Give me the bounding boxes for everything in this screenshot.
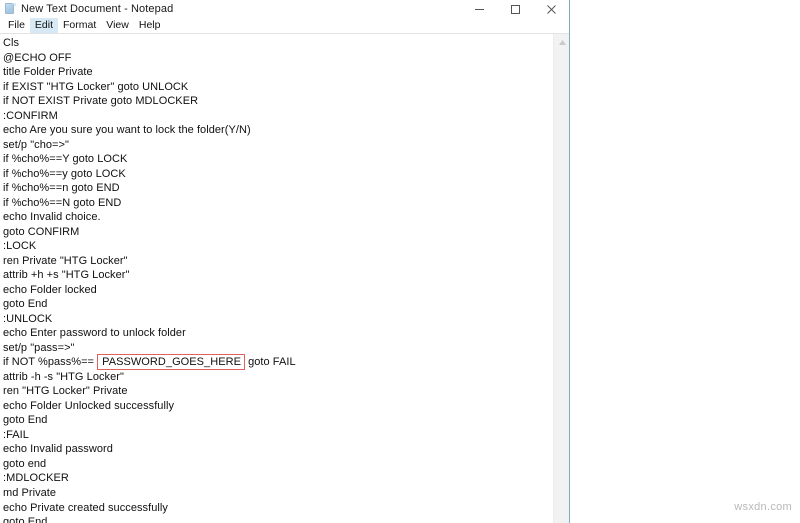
code-line: set/p "pass=>" — [3, 341, 75, 354]
code-line: if %cho%==N goto END — [3, 196, 122, 209]
code-line: goto end — [3, 457, 47, 470]
code-line: echo Folder Unlocked successfully — [3, 399, 175, 412]
code-line: set/p "cho=>" — [3, 138, 69, 151]
notepad-window: New Text Document - Notepad File Edit Fo… — [0, 0, 570, 523]
menu-item-view[interactable]: View — [101, 18, 134, 33]
code-line: if %cho%==n goto END — [3, 182, 120, 195]
code-line: ren "HTG Locker" Private — [3, 385, 128, 398]
menu-bar: File Edit Format View Help — [0, 18, 569, 34]
code-text: if NOT %pass%== — [3, 356, 98, 369]
editor-area: Cls @ECHO OFF title Folder Private if EXIST… — [0, 34, 569, 523]
window-title: New Text Document - Notepad — [21, 3, 174, 15]
code-line: goto End — [3, 516, 48, 523]
code-line: md Private — [3, 486, 57, 499]
code-line: title Folder Private — [3, 66, 93, 79]
code-line: if NOT %pass%== PASSWORD_GOES_HERE goto … — [3, 354, 553, 371]
minimize-button[interactable] — [461, 0, 497, 18]
code-line: attrib -h -s "HTG Locker" — [3, 370, 124, 383]
code-line: ren Private "HTG Locker" — [3, 254, 128, 267]
menu-item-help[interactable]: Help — [134, 18, 166, 33]
code-line: :LOCK — [3, 240, 37, 253]
code-line: @ECHO OFF — [3, 51, 72, 64]
close-button[interactable] — [533, 0, 569, 18]
code-line: echo Enter password to unlock folder — [3, 327, 186, 340]
code-text: goto FAIL — [244, 356, 296, 369]
code-line: if %cho%==Y goto LOCK — [3, 153, 128, 166]
code-line: :MDLOCKER — [3, 472, 69, 485]
code-line: echo Invalid password — [3, 443, 113, 456]
code-line: if NOT EXIST Private goto MDLOCKER — [3, 95, 199, 108]
code-line: :CONFIRM — [3, 109, 58, 122]
code-line: goto End — [3, 414, 48, 427]
code-line: goto End — [3, 298, 48, 311]
code-line: echo Are you sure you want to lock the f… — [3, 124, 251, 137]
code-line: echo Private created successfully — [3, 501, 168, 514]
menu-item-file[interactable]: File — [3, 18, 30, 33]
title-bar: New Text Document - Notepad — [0, 0, 569, 18]
notepad-document-icon — [4, 3, 16, 15]
scroll-up-arrow-icon[interactable] — [554, 34, 569, 50]
watermark: wsxdn.com — [734, 501, 792, 513]
vertical-scrollbar[interactable] — [553, 34, 569, 523]
text-editor[interactable]: Cls @ECHO OFF title Folder Private if EXIST… — [0, 34, 553, 523]
code-line: if EXIST "HTG Locker" goto UNLOCK — [3, 80, 189, 93]
code-line: if %cho%==y goto LOCK — [3, 167, 126, 180]
menu-item-format[interactable]: Format — [58, 18, 101, 33]
code-line: :FAIL — [3, 428, 29, 441]
page-background: wsxdn.com — [570, 0, 800, 523]
maximize-button[interactable] — [497, 0, 533, 18]
code-line: Cls — [3, 37, 20, 49]
code-line: goto CONFIRM — [3, 225, 80, 238]
code-line: :UNLOCK — [3, 312, 53, 325]
menu-item-edit[interactable]: Edit — [29, 18, 59, 33]
code-line: attrib +h +s "HTG Locker" — [3, 269, 130, 282]
window-controls — [461, 0, 569, 18]
code-line: echo Invalid choice. — [3, 211, 101, 224]
code-line: echo Folder locked — [3, 283, 97, 296]
password-placeholder-highlight: PASSWORD_GOES_HERE — [97, 354, 245, 371]
